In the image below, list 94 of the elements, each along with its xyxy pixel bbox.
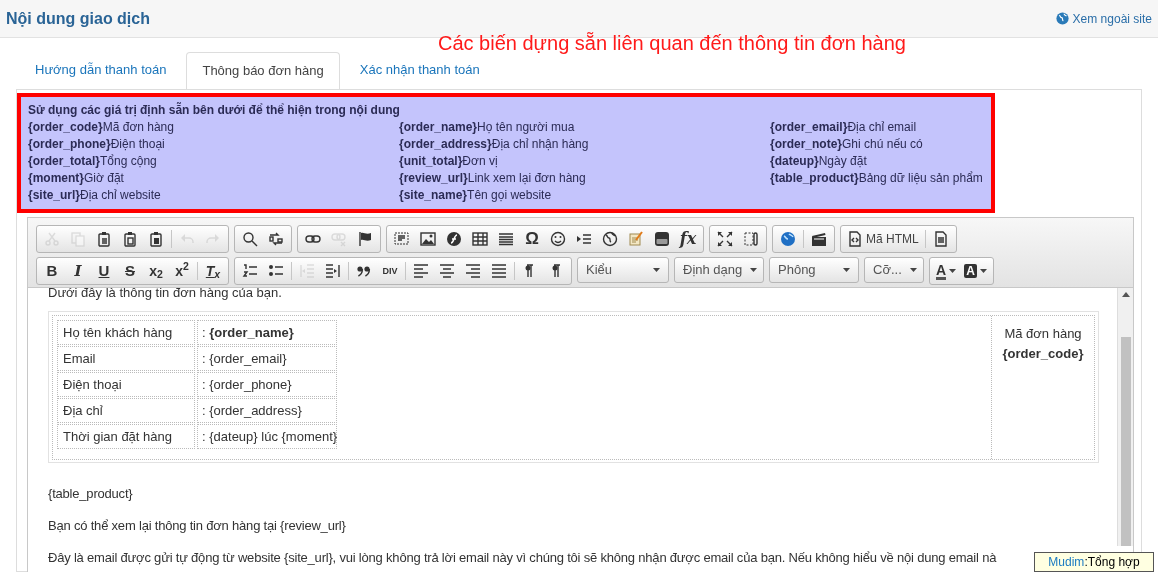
caret-icon [843,268,850,272]
clipboard-icon [148,231,164,247]
flag-icon [357,231,373,247]
variable-item: {order_total}Tổng cộng [28,153,158,170]
align-center-icon [439,263,455,279]
text-color-button[interactable]: A [932,259,961,283]
align-left-icon [413,263,429,279]
special-character-button[interactable]: Ω [519,227,545,251]
video-logo-icon [654,231,670,247]
caret-icon [909,268,917,272]
table-grid-icon [472,231,488,247]
image-icon [420,231,436,247]
variable-item: {moment}Giờ đặt [28,170,125,187]
table-cell: : {order_email} [197,346,337,371]
background-color-button[interactable]: A [960,259,991,283]
superscript-button[interactable]: x$^{2}$ [169,259,195,283]
variable-item: {order_code}Mã đơn hàng [28,119,175,136]
paragraph: {table_product} [48,487,133,501]
search-icon [242,231,258,247]
paragraph: Bạn có thể xem lại thông tin đơn hàng tại {review_url} [48,519,346,533]
variable-item: {table_product}Bảng dữ liệu sản phẩm [770,170,984,187]
numbered-list-icon [242,263,258,279]
italic-button[interactable]: I [65,259,91,283]
scissors-icon [44,231,60,247]
tab[interactable]: Hướng dẫn thanh toán [20,51,182,89]
align-justify-icon [491,263,507,279]
page-title: Nội dung giao dịch [6,8,150,29]
table-cell: Địa chỉ [57,398,195,423]
variable-item: {dateup}Ngày đặt [770,153,868,170]
document-icon [932,231,949,247]
paragraph: Dưới đây là thông tin đơn hàng của bạn. [48,288,283,300]
variable-item: {unit_total}Đơn vị [399,153,499,170]
underline-button[interactable]: U [91,259,117,283]
broken-chain-icon [331,231,347,247]
variable-item: {order_phone}Điện thoại [28,136,166,153]
table-cell: : {order_phone} [197,372,337,397]
scrollbar-thumb[interactable] [1120,337,1131,546]
clapperboard-icon [811,231,827,247]
blocks-icon [743,231,759,247]
div-container-button[interactable]: DIV [377,259,403,283]
caret-icon [949,269,957,273]
dropdown[interactable]: Kiểu [577,257,669,283]
variable-item: {order_address}Địa chỉ nhận hàng [399,136,590,153]
dropdown[interactable]: Định dạng [674,257,764,283]
horizontal-lines-icon [498,231,514,247]
variable-item: {order_email}Địa chỉ email [770,119,918,136]
round-emblem-icon [446,231,462,247]
source-button[interactable]: Mã HTML [843,227,923,251]
clipboard-icon [122,231,138,247]
variable-item: {order_note}Ghi chú nếu có [770,136,924,153]
tab[interactable]: Thông báo đơn hàng [186,52,340,90]
caret-icon [750,268,758,272]
dropdown[interactable]: Cỡ... [864,257,924,283]
dropdown[interactable]: Phông [769,257,859,283]
caret-icon [653,268,660,272]
bold-button[interactable]: B [39,259,65,283]
indent-icon [325,263,341,279]
template-icon [394,231,410,247]
table-cell-value: {order_code} [1002,345,1084,363]
table-cell: : {order_address} [197,398,337,423]
variable-item: {review_url}Link xem lại đơn hàng [399,170,587,187]
variable-item: {site_name}Tên gọi website [399,187,553,204]
remove-format-button[interactable]: T$_{x}$ [200,259,226,283]
input-method-tooltip[interactable]: Mudim:Tổng hợp [1034,552,1154,572]
table-cell: Thời gian đặt hàng [57,424,195,449]
scrollbar[interactable] [1117,288,1133,546]
strikethrough-button[interactable]: S [117,259,143,283]
table-cell: Họ tên khách hàng [57,320,195,345]
paragraph: Đây là email được gửi tự động từ website {site_url}, vui lòng không trả lời email này vì chúng tôi sẽ không nhận được email của bạn. Nếu không hiểu về nội dung email nà [48,551,997,565]
variables-heading: Sử dụng các giá trị định sẵn bên dưới để thể hiện trong nội dung [28,102,401,119]
outdent-icon [299,263,315,279]
table-cell-label: Mã đơn hàng [1004,325,1082,343]
quotation-marks-icon [356,263,372,279]
scroll-up-arrow-icon[interactable] [1121,291,1130,297]
bullet-list-icon [268,263,284,279]
align-right-icon [465,263,481,279]
variable-item: {site_url}Địa chỉ website [28,187,162,204]
variable-item: {order_name}Họ tên người mua [399,119,576,136]
clipboard-icon [96,231,112,247]
copy-icon [70,231,86,247]
formula-button[interactable]: fx [675,227,701,251]
replace-arrows-icon [268,231,284,247]
notepad-pencil-icon [628,231,644,247]
subscript-button[interactable]: x$_{2}$ [143,259,169,283]
table-cell: : {order_name} [197,320,337,345]
table-cell: : {dateup} lúc {moment} [197,424,337,449]
expand-arrows-icon [717,231,733,247]
smiley-icon [550,231,566,247]
code-document-icon [847,231,863,247]
caret-icon [979,269,987,273]
page-break-icon [576,231,592,247]
table-cell: Email [57,346,195,371]
view-site-link[interactable]: Xem ngoài site [1055,9,1152,28]
table-cell: Điện thoại [57,372,195,397]
